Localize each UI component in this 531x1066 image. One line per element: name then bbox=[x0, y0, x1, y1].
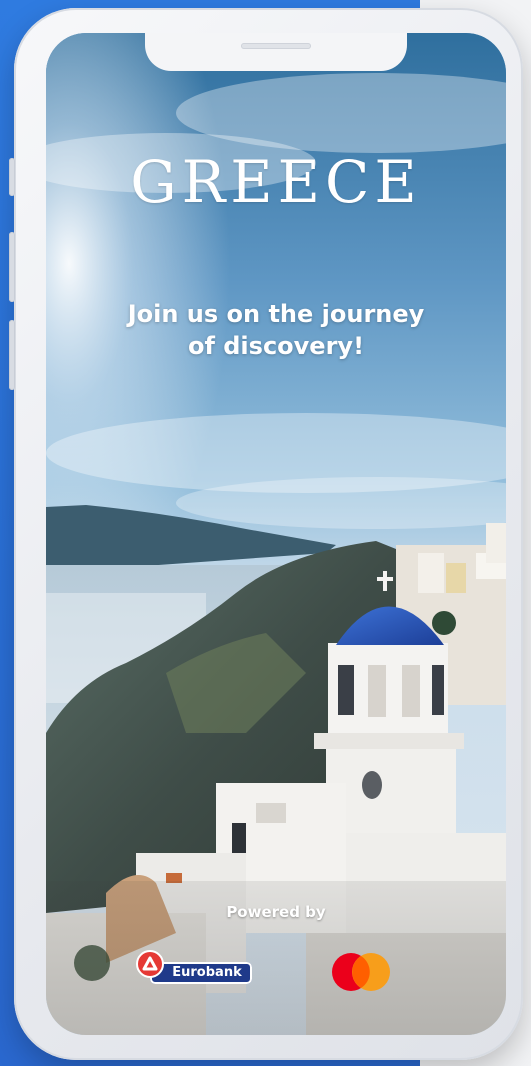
tagline: Join us on the journey of discovery! bbox=[86, 298, 466, 362]
eurobank-logo: Eurobank bbox=[136, 950, 254, 986]
app-screen[interactable]: GREECE Join us on the journey of discove… bbox=[46, 33, 506, 1035]
powered-by-label: Powered by bbox=[226, 903, 326, 921]
phone-notch bbox=[145, 33, 407, 71]
eurobank-emblem-icon bbox=[136, 950, 164, 978]
tagline-line-1: Join us on the journey bbox=[127, 300, 425, 328]
app-title: GREECE bbox=[130, 148, 422, 216]
tagline-line-2: of discovery! bbox=[187, 332, 365, 360]
phone-mute-switch bbox=[9, 158, 15, 196]
eurobank-name: Eurobank bbox=[172, 965, 242, 980]
phone-volume-down-button bbox=[9, 320, 15, 390]
mastercard-logo-icon bbox=[332, 953, 390, 991]
eurobank-badge: Eurobank bbox=[150, 962, 252, 984]
phone-speaker bbox=[241, 43, 311, 49]
phone-volume-up-button bbox=[9, 232, 15, 302]
